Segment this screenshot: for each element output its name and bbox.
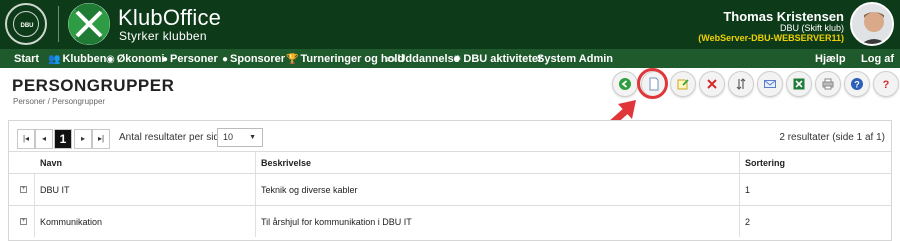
sort-icon [736,78,746,90]
column-header-beskrivelse[interactable]: Beskrivelse [256,152,311,173]
table-header-row: Navn Beskrivelse Sortering [9,151,891,173]
nav-item-dbu-aktiviteter[interactable]: ✹ DBU aktiviteter [453,52,542,66]
header-divider [58,6,59,42]
coin-icon: ◉ [106,54,115,65]
trophy-icon: 🏆 [286,54,299,65]
nav-item-system-admin[interactable]: System Admin [537,52,613,66]
nav-item-start[interactable]: Start [14,52,39,66]
app-header: DBU KlubOffice Styrker klubben Thomas Kr… [0,0,900,49]
nav-item-personer[interactable]: ● Personer [162,52,218,66]
breadcrumb[interactable]: Personer / Persongrupper [13,97,105,106]
question-button[interactable]: ? [873,71,899,97]
person-icon: ● [222,54,229,65]
edit-button[interactable] [670,71,696,97]
main-nav: Start 👥 Klubben ◉ Økonomi ● Personer ● Spons… [0,49,900,68]
people-icon: 👥 [48,54,61,65]
nav-item-hjaelp[interactable]: Hjælp [815,52,846,66]
excel-button[interactable] [786,71,812,97]
page-title: PERSONGRUPPER [12,76,175,95]
column-header-navn[interactable]: Navn [35,152,62,173]
svg-text:?: ? [883,79,890,91]
avatar[interactable] [850,2,894,46]
prev-page-button[interactable]: ◂ [35,129,53,149]
expand-icon[interactable]: + [20,186,27,193]
cell-sortering: 1 [745,184,751,195]
help-button[interactable]: ? [844,71,870,97]
nav-item-uddannelse[interactable]: ▭ Uddannelse [386,52,460,66]
column-header-sortering[interactable]: Sortering [740,152,785,173]
delete-icon [707,79,717,89]
expand-icon[interactable]: + [20,218,27,225]
nav-item-log-af[interactable]: Log af [861,52,894,66]
gear-icon: ✹ [453,54,462,65]
first-page-button[interactable]: |◂ [17,129,35,149]
delete-button[interactable] [699,71,725,97]
help-icon: ? [851,78,863,90]
cell-navn: Kommunikation [40,216,103,227]
email-icon [764,80,776,88]
server-name: (WebServer-DBU-WEBSERVER11) [698,33,844,43]
user-name[interactable]: Thomas Kristensen [723,9,844,24]
user-club-switch[interactable]: DBU (Skift klub) [780,23,844,33]
excel-icon [793,78,805,90]
app-title: KlubOffice [118,5,222,30]
print-button[interactable] [815,71,841,97]
last-page-button[interactable]: ▸| [92,129,110,149]
klubofice-logo-icon[interactable] [68,3,110,45]
table-row[interactable]: + Kommunikation Til årshjul for kommunik… [9,205,891,237]
email-button[interactable] [757,71,783,97]
page-1-button[interactable]: 1 [54,129,72,149]
svg-text:?: ? [854,80,860,90]
cell-beskrivelse: Til årshjul for kommunikation i DBU IT [261,216,412,227]
back-icon [619,78,631,90]
nav-item-okonomi[interactable]: ◉ Økonomi [106,52,164,66]
edit-icon [677,79,689,90]
per-page-label: Antal resultater per side [119,132,225,143]
next-page-button[interactable]: ▸ [74,129,92,149]
table-row[interactable]: + DBU IT Teknik og diverse kabler 1 [9,173,891,205]
screen-icon: ▭ [386,54,396,65]
person-icon: ● [162,54,169,65]
print-icon [822,78,834,90]
nav-item-klubben[interactable]: 👥 Klubben [48,52,106,66]
cell-sortering: 2 [745,216,751,227]
cell-navn: DBU IT [40,184,70,195]
chevron-down-icon: ▼ [249,134,256,141]
sort-button[interactable] [728,71,754,97]
seal-text: DBU [20,23,34,29]
question-icon: ? [883,79,890,91]
dbu-seal-logo: DBU [5,3,47,45]
per-page-select[interactable]: 10 ▼ [217,128,263,147]
cell-beskrivelse: Teknik og diverse kabler [261,184,358,195]
klubofice-window: DBU KlubOffice Styrker klubben Thomas Kr… [0,0,900,241]
nav-item-sponsorer[interactable]: ● Sponsorer [222,52,285,66]
app-subtitle: Styrker klubben [119,29,207,43]
result-count: 2 resultater (side 1 af 1) [779,132,885,143]
results-panel: |◂ ◂ 1 ▸ ▸| Antal resultater per side 10… [8,120,892,241]
